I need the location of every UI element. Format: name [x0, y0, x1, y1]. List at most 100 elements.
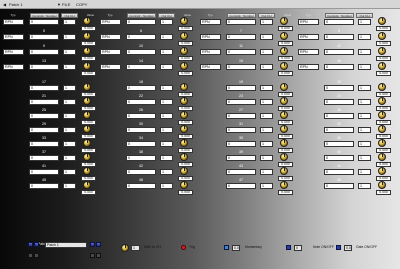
out-ch-field[interactable]: 1 — [63, 113, 76, 119]
value-knob[interactable] — [378, 62, 386, 70]
out-ch-field[interactable]: 1 — [260, 113, 273, 119]
value-knob[interactable] — [280, 97, 288, 105]
patch-lower-left-button[interactable] — [28, 253, 33, 258]
controller-number-field[interactable]: 0 — [29, 64, 59, 70]
file-menu[interactable]: FILE — [62, 2, 70, 7]
controller-number-field[interactable]: 0 — [29, 19, 59, 25]
out-ch-field[interactable]: 1 — [160, 127, 173, 133]
controller-number-field[interactable]: 0 — [324, 64, 354, 70]
patch-lower-left-button-2[interactable] — [34, 253, 39, 258]
type-select[interactable]: RPN — [100, 49, 121, 55]
value-knob[interactable] — [378, 153, 386, 161]
value-knob[interactable] — [180, 125, 188, 133]
controller-number-field[interactable]: 0 — [324, 183, 354, 189]
value-knob[interactable] — [83, 153, 91, 161]
controller-number-field[interactable]: 0 — [29, 113, 59, 119]
out-ch-field[interactable]: 1 — [260, 183, 273, 189]
out-ch-field[interactable]: 1 — [260, 85, 273, 91]
controller-number-field[interactable]: 0 — [226, 49, 256, 55]
copy-menu[interactable]: COPY — [76, 2, 87, 7]
out-ch-field[interactable]: 1 — [260, 169, 273, 175]
value-knob[interactable] — [180, 111, 188, 119]
value-knob[interactable] — [280, 181, 288, 189]
controller-number-field[interactable]: 0 — [29, 183, 59, 189]
controller-number-field[interactable]: 0 — [126, 183, 156, 189]
value-knob[interactable] — [180, 139, 188, 147]
out-ch-field[interactable]: 1 — [160, 183, 173, 189]
controller-number-field[interactable]: 0 — [226, 127, 256, 133]
controller-number-field[interactable]: 0 — [324, 85, 354, 91]
out-ch-field[interactable]: 1 — [358, 141, 371, 147]
controller-number-field[interactable]: 0 — [29, 34, 59, 40]
out-ch-field[interactable]: 1 — [63, 169, 76, 175]
type-select[interactable]: RPN — [3, 19, 24, 25]
controller-number-field[interactable]: 0 — [324, 19, 354, 25]
value-knob[interactable] — [280, 62, 288, 70]
controller-number-field[interactable]: 0 — [29, 99, 59, 105]
value-knob[interactable] — [180, 83, 188, 91]
out-ch-field[interactable]: 1 — [358, 99, 371, 105]
controller-number-field[interactable]: 0 — [126, 85, 156, 91]
controller-number-field[interactable]: 0 — [126, 64, 156, 70]
value-knob[interactable] — [280, 32, 288, 40]
controller-number-field[interactable]: 0 — [29, 127, 59, 133]
out-ch-field[interactable]: 1 — [358, 34, 371, 40]
out-ch-field[interactable]: 1 — [260, 64, 273, 70]
controller-number-field[interactable]: 0 — [29, 85, 59, 91]
out-ch-field[interactable]: 1 — [160, 155, 173, 161]
controller-number-field[interactable]: 0 — [226, 155, 256, 161]
value-knob[interactable] — [83, 181, 91, 189]
controller-number-field[interactable]: 0 — [324, 155, 354, 161]
type-select[interactable]: RPN — [200, 34, 221, 40]
value-knob[interactable] — [280, 47, 288, 55]
out-ch-field[interactable]: 1 — [160, 85, 173, 91]
note-value[interactable]: 0 — [294, 245, 302, 251]
value-knob[interactable] — [180, 97, 188, 105]
prev-patch-button-2[interactable] — [34, 242, 39, 247]
value-knob[interactable] — [378, 111, 386, 119]
value-knob[interactable] — [180, 62, 188, 70]
value-knob[interactable] — [280, 83, 288, 91]
controller-number-field[interactable]: 0 — [29, 169, 59, 175]
out-ch-field[interactable]: 1 — [160, 99, 173, 105]
out-ch-field[interactable]: 1 — [358, 49, 371, 55]
value-knob[interactable] — [83, 139, 91, 147]
controller-number-field[interactable]: 0 — [126, 141, 156, 147]
out-ch-field[interactable]: 1 — [160, 34, 173, 40]
out-ch-field[interactable]: 1 — [260, 49, 273, 55]
patch-name-field[interactable]: Patch 1 — [45, 242, 87, 248]
type-select[interactable]: RPN — [200, 19, 221, 25]
controller-number-field[interactable]: 0 — [226, 113, 256, 119]
out-ch-field[interactable]: 1 — [63, 34, 76, 40]
out-ch-field[interactable]: 1 — [260, 155, 273, 161]
value-knob[interactable] — [378, 83, 386, 91]
out-ch-field[interactable]: 1 — [63, 49, 76, 55]
out-ch-field[interactable]: 1 — [63, 127, 76, 133]
controller-number-field[interactable]: 0 — [126, 19, 156, 25]
out-ch-field[interactable]: 1 — [358, 113, 371, 119]
gate-button[interactable] — [336, 245, 341, 250]
value-knob[interactable] — [180, 181, 188, 189]
value-knob[interactable] — [378, 181, 386, 189]
gate-value[interactable]: 0.0 — [344, 245, 352, 251]
midi-in-knob[interactable] — [121, 244, 129, 252]
value-knob[interactable] — [180, 32, 188, 40]
value-knob[interactable] — [83, 32, 91, 40]
type-select[interactable]: RPN — [3, 34, 24, 40]
controller-number-field[interactable]: 0 — [126, 99, 156, 105]
controller-number-field[interactable]: 0 — [126, 34, 156, 40]
out-ch-field[interactable]: 1 — [160, 49, 173, 55]
patch-lower-right-button-2[interactable] — [96, 253, 101, 258]
type-select[interactable]: RPN — [100, 34, 121, 40]
value-knob[interactable] — [378, 32, 386, 40]
value-knob[interactable] — [83, 125, 91, 133]
type-select[interactable]: RPN — [3, 64, 24, 70]
out-ch-field[interactable]: 1 — [63, 155, 76, 161]
value-knob[interactable] — [280, 125, 288, 133]
type-select[interactable]: RPN — [200, 49, 221, 55]
value-knob[interactable] — [378, 97, 386, 105]
value-knob[interactable] — [280, 167, 288, 175]
controller-number-field[interactable]: 0 — [324, 49, 354, 55]
out-ch-field[interactable]: 1 — [358, 85, 371, 91]
controller-number-field[interactable]: 0 — [324, 141, 354, 147]
